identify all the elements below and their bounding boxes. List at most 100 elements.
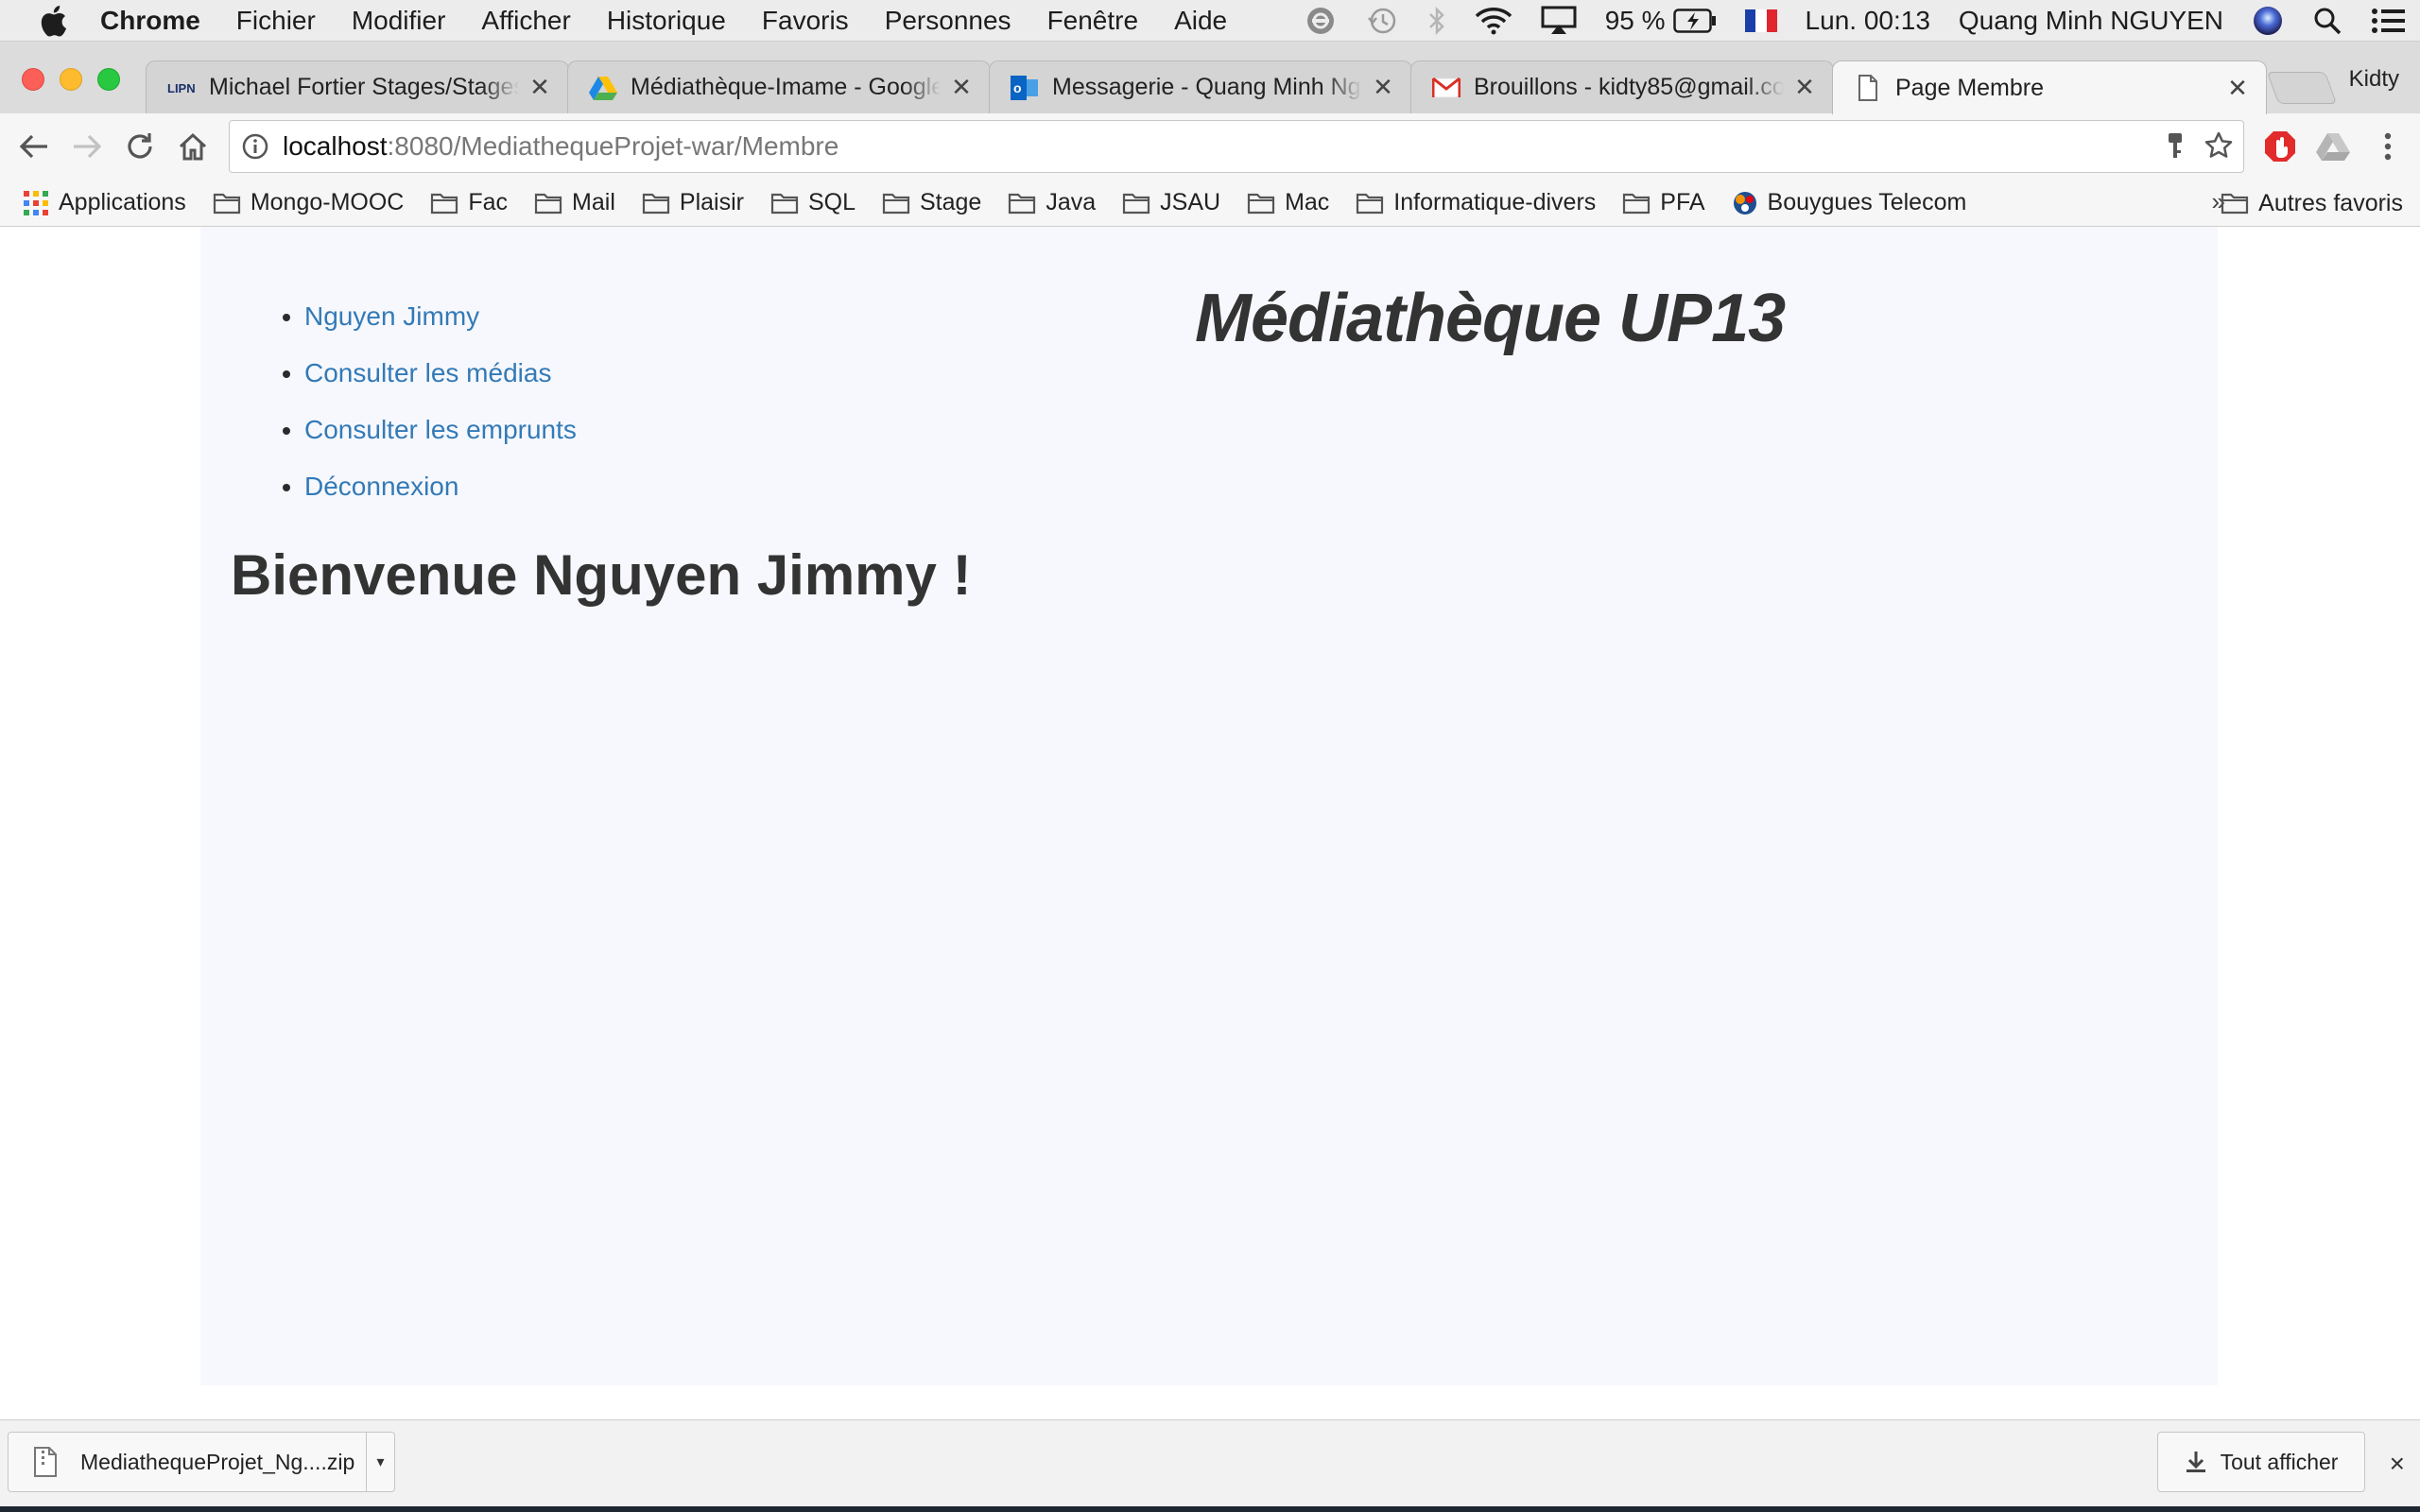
- bookmark-folder-sql[interactable]: SQL: [770, 189, 856, 216]
- nav-item-emprunts: Consulter les emprunts: [304, 416, 577, 444]
- french-flag-icon[interactable]: [1744, 9, 1777, 32]
- menu-aide[interactable]: Aide: [1174, 6, 1227, 36]
- bookmark-folder-mail[interactable]: Mail: [534, 189, 615, 216]
- spotlight-search-icon[interactable]: [2312, 6, 2342, 36]
- member-nav-list: Nguyen Jimmy Consulter les médias Consul…: [304, 302, 577, 529]
- bookmark-label: Stage: [920, 189, 982, 215]
- tab-page-membre[interactable]: Page Membre ✕: [1832, 60, 2267, 114]
- back-button[interactable]: [15, 128, 53, 165]
- svg-text:LIPN: LIPN: [167, 81, 196, 95]
- bookmark-folder-mac[interactable]: Mac: [1247, 189, 1329, 216]
- clock[interactable]: Lun. 00:13: [1806, 6, 1930, 36]
- omnibox-actions: [2166, 121, 2234, 174]
- bookmark-label: Applications: [59, 189, 186, 215]
- tab-brouillons-gmail[interactable]: Brouillons - kidty85@gmail.co ✕: [1410, 60, 1834, 113]
- tab-close-icon[interactable]: ✕: [1372, 73, 1394, 102]
- apple-logo-icon[interactable]: [34, 5, 72, 37]
- url-path: :8080/MediathequeProjet-war/Membre: [387, 131, 839, 161]
- bookmark-folder-fac[interactable]: Fac: [430, 189, 508, 216]
- folder-icon: [2221, 193, 2249, 215]
- tab-close-icon[interactable]: ✕: [528, 73, 551, 102]
- bookmark-applications[interactable]: Applications: [23, 189, 186, 216]
- notification-center-icon[interactable]: [2371, 7, 2407, 35]
- profile-name-button[interactable]: Kidty: [2349, 66, 2399, 93]
- close-download-shelf-icon[interactable]: ×: [2390, 1449, 2405, 1479]
- address-bar[interactable]: localhost:8080/MediathequeProjet-war/Mem…: [229, 120, 2244, 173]
- folder-icon: [1009, 193, 1036, 214]
- bookmark-label: Plaisir: [679, 189, 744, 215]
- tab-close-icon[interactable]: ✕: [2226, 74, 2249, 103]
- bookmark-label: Mac: [1285, 189, 1330, 215]
- folder-icon: [1123, 193, 1150, 214]
- google-drive-icon: [589, 74, 617, 102]
- bookmark-label: PFA: [1660, 189, 1705, 215]
- bookmark-bouygues-telecom[interactable]: Bouygues Telecom: [1732, 189, 1966, 216]
- bookmark-star-icon[interactable]: [2204, 130, 2234, 165]
- page-viewport: Nguyen Jimmy Consulter les médias Consul…: [0, 227, 2420, 1419]
- download-item[interactable]: MediathequeProjet_Ng....zip ▾: [8, 1432, 395, 1492]
- lipn-icon: LIPN: [167, 74, 196, 102]
- window-maximize-button[interactable]: [97, 68, 120, 91]
- bookmark-folder-stage[interactable]: Stage: [882, 189, 981, 216]
- download-file-name: MediathequeProjet_Ng....zip: [80, 1449, 355, 1474]
- bookmark-folder-autres-favoris[interactable]: Autres favoris: [2221, 180, 2403, 227]
- gmail-icon: [1432, 74, 1461, 102]
- window-close-button[interactable]: [22, 68, 44, 91]
- home-button[interactable]: [174, 128, 212, 165]
- nav-link-consulter-emprunts[interactable]: Consulter les emprunts: [304, 415, 577, 444]
- menu-fichier[interactable]: Fichier: [236, 6, 316, 36]
- time-machine-icon[interactable]: [1365, 5, 1399, 37]
- macos-menu-bar: Chrome Fichier Modifier Afficher Histori…: [0, 0, 2420, 42]
- chrome-menu-icon[interactable]: [2369, 128, 2407, 165]
- tab-title: Messagerie - Quang Minh Ngu: [1052, 74, 1362, 100]
- menubar-status-area: 95 % Lun. 00:13 Quang Minh NGUYEN: [1276, 0, 2407, 42]
- browser-toolbar: localhost:8080/MediathequeProjet-war/Mem…: [0, 113, 2420, 180]
- menu-afficher[interactable]: Afficher: [481, 6, 570, 36]
- siri-icon[interactable]: [2252, 5, 2284, 37]
- folder-icon: [1247, 193, 1275, 214]
- bookmark-folder-mongo-mooc[interactable]: Mongo-MOOC: [213, 189, 404, 216]
- user-name[interactable]: Quang Minh NGUYEN: [1959, 6, 2223, 36]
- tab-michael-fortier-stages[interactable]: LIPN Michael Fortier Stages/Stages ✕: [146, 60, 569, 113]
- show-all-downloads-button[interactable]: Tout afficher: [2157, 1432, 2365, 1492]
- bookmarks-bar: Applications Mongo-MOOC Fac Mail Plaisir…: [0, 180, 2420, 227]
- wifi-icon[interactable]: [1475, 6, 1512, 36]
- menu-fenetre[interactable]: Fenêtre: [1047, 6, 1139, 36]
- menu-modifier[interactable]: Modifier: [352, 6, 446, 36]
- battery-percent[interactable]: 95 %: [1605, 6, 1666, 36]
- bouygues-telecom-icon: [1733, 191, 1756, 215]
- tab-close-icon[interactable]: ✕: [1793, 73, 1816, 102]
- tab-mediatheque-google-drive[interactable]: Médiathèque-Imame - Google ✕: [567, 60, 991, 113]
- menu-favoris[interactable]: Favoris: [762, 6, 849, 36]
- bookmark-folder-plaisir[interactable]: Plaisir: [642, 189, 744, 216]
- site-info-icon[interactable]: [241, 132, 269, 161]
- adblock-extension-icon[interactable]: [2261, 128, 2299, 165]
- nav-link-consulter-medias[interactable]: Consulter les médias: [304, 358, 551, 387]
- battery-charging-icon[interactable]: [1672, 9, 1717, 33]
- bookmark-folder-java[interactable]: Java: [1008, 189, 1096, 216]
- menu-historique[interactable]: Historique: [607, 6, 726, 36]
- sync-status-icon[interactable]: [1305, 5, 1337, 37]
- outlook-icon: o: [1011, 74, 1039, 102]
- tab-close-icon[interactable]: ✕: [950, 73, 973, 102]
- new-tab-button[interactable]: [2266, 72, 2338, 104]
- forward-button[interactable]: [68, 128, 106, 165]
- folder-icon: [642, 193, 669, 214]
- window-minimize-button[interactable]: [60, 68, 82, 91]
- menu-app-chrome[interactable]: Chrome: [100, 6, 200, 36]
- nav-link-nguyen-jimmy[interactable]: Nguyen Jimmy: [304, 301, 479, 331]
- nav-link-deconnexion[interactable]: Déconnexion: [304, 472, 458, 501]
- bookmark-folder-jsau[interactable]: JSAU: [1122, 189, 1220, 216]
- tab-messagerie-outlook[interactable]: o Messagerie - Quang Minh Ngu ✕: [989, 60, 1412, 113]
- reload-button[interactable]: [121, 128, 159, 165]
- google-drive-extension-icon[interactable]: [2314, 128, 2352, 165]
- bookmark-folder-informatique-divers[interactable]: Informatique-divers: [1356, 189, 1596, 216]
- menu-personnes[interactable]: Personnes: [885, 6, 1011, 36]
- airplay-icon[interactable]: [1541, 6, 1577, 36]
- download-options-dropdown-icon[interactable]: ▾: [366, 1433, 394, 1491]
- bluetooth-icon[interactable]: [1427, 5, 1446, 37]
- folder-icon: [770, 193, 799, 214]
- bookmark-folder-pfa[interactable]: PFA: [1622, 189, 1705, 216]
- password-key-icon[interactable]: [2166, 131, 2185, 164]
- url-text[interactable]: localhost:8080/MediathequeProjet-war/Mem…: [283, 131, 838, 162]
